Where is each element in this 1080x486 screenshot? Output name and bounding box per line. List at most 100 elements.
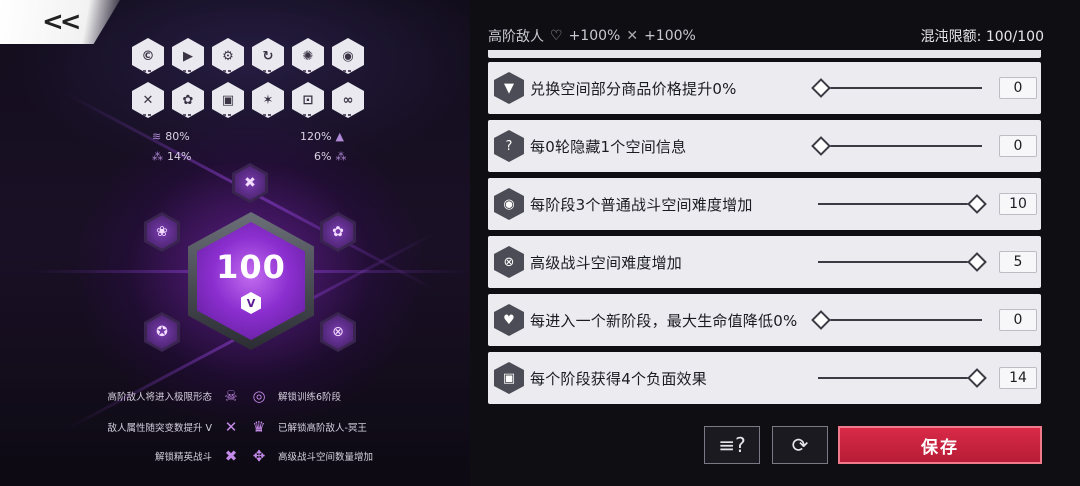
modifier-value: 10 [999, 193, 1037, 215]
modifier-label: 高级战斗空间难度增加 [530, 254, 683, 272]
modifier-slider-handle[interactable] [967, 252, 987, 272]
mutation-slot-icon[interactable]: ▣ [212, 82, 244, 118]
save-button[interactable]: 保存 [838, 426, 1042, 464]
enemy-bonus-value-2: +100% [644, 28, 696, 44]
stat-icon: ▲ [335, 130, 344, 143]
mutation-slot-icon[interactable]: ✕ [132, 82, 164, 118]
mutation-icon: ✿ [323, 215, 353, 249]
legend-left-text: 敌人属性随突变数提升 V [107, 423, 212, 434]
enemy-bonus: 高阶敌人 ♡ +100% ✕ +100% [488, 26, 696, 46]
modifier-slider-track[interactable] [826, 87, 982, 89]
stat-bottom-left: ⁂ 14% [152, 150, 191, 163]
stat-icon: ⁂ [335, 150, 347, 163]
modifier-label: 每阶段3个普通战斗空间难度增加 [530, 196, 753, 214]
modifier-row[interactable]: ? 每0轮隐藏1个空间信息 0 [488, 120, 1041, 172]
legend-left-icon: ✕ [224, 418, 238, 436]
modifier-label: 每进入一个新阶段，最大生命值降低0% [530, 312, 798, 330]
modifier-icon: ▣ [494, 362, 524, 394]
satellite-hex-lower-right[interactable]: ⊗ [320, 312, 356, 352]
modifier-label: 每0轮隐藏1个空间信息 [530, 138, 687, 156]
legend-left-text: 解锁精英战斗 [154, 452, 212, 463]
modifier-slider-handle[interactable] [811, 78, 831, 98]
modifier-list[interactable]: ▼ 兑换空间部分商品价格提升0% 0? 每0轮隐藏1个空间信息 0 ◉ 每阶段3个普通战斗空… [488, 50, 1041, 414]
mutation-slot-icon[interactable]: ▶ [172, 38, 204, 74]
save-button-label: 保存 [921, 437, 959, 458]
stat-value: 14% [167, 150, 192, 163]
legend-right-icon: ✥ [252, 447, 266, 465]
modifier-value: 0 [999, 309, 1037, 331]
mutation-slot-icon[interactable]: ⚙ [212, 38, 244, 74]
modifier-icon: ? [494, 130, 524, 162]
modifier-row[interactable]: ⊗ 高级战斗空间难度增加 5 [488, 236, 1041, 288]
stat-icon: ≋ [152, 130, 162, 143]
mutation-slot-icon[interactable]: ✿ [172, 82, 204, 118]
stat-value: 6% [314, 150, 332, 163]
mutation-slot-icon[interactable]: ◉ [332, 38, 364, 74]
modifier-icon: ♥ [494, 304, 524, 336]
modifier-label: 兑换空间部分商品价格提升0% [530, 80, 737, 98]
legend-left-text: 高阶敌人将进入极限形态 [107, 392, 212, 403]
modifier-value: 5 [999, 251, 1037, 273]
legend-right-icon: ◎ [252, 387, 266, 405]
modifier-slider-track[interactable] [818, 203, 982, 205]
modifier-label: 每个阶段获得4个负面效果 [530, 370, 707, 388]
mutation-slot-icon[interactable]: ⊡ [292, 82, 324, 118]
chaos-level-value: 100 [216, 248, 286, 286]
modifier-slider-track[interactable] [818, 261, 982, 263]
stat-value: 120% [300, 130, 332, 143]
mutation-slot-icon[interactable]: ✶ [252, 82, 284, 118]
mutation-icon: ✪ [147, 315, 177, 349]
modifier-row[interactable]: ▼ 兑换空间部分商品价格提升0% 0 [488, 62, 1041, 114]
mutation-slot-icon[interactable]: ↻ [252, 38, 284, 74]
mutation-slot-icon[interactable]: © [132, 38, 164, 74]
stat-value: 80% [165, 130, 190, 143]
help-button[interactable]: ≡? [704, 426, 760, 464]
heart-icon: ♡ [550, 28, 563, 44]
modifier-slider-handle[interactable] [811, 310, 831, 330]
stat-top-left: ≋ 80% [152, 130, 190, 143]
mutation-icon: ⊗ [323, 315, 353, 349]
back-button[interactable]: << [0, 0, 120, 44]
modifier-slider-handle[interactable] [967, 194, 987, 214]
legend-row: 敌人属性随突变数提升 V ✕ ♛ 已解锁高阶敌人-冥王 [40, 416, 440, 438]
modifier-icon: ⊗ [494, 246, 524, 278]
legend-right-text: 高级战斗空间数量增加 [278, 452, 374, 463]
enemy-bonus-value-1: +100% [568, 28, 621, 44]
modifier-icon: ◉ [494, 188, 524, 220]
mutation-icon: ❀ [147, 215, 177, 249]
refresh-button[interactable]: ⟳ [772, 426, 828, 464]
modifier-slider-track[interactable] [826, 145, 982, 147]
modifier-row[interactable]: ▣ 每个阶段获得4个负面效果 14 [488, 352, 1041, 404]
modifier-icon: ▼ [494, 72, 524, 104]
modifier-slider-track[interactable] [826, 319, 982, 321]
stat-bottom-right: 6% ⁂ [314, 150, 346, 163]
modifier-row[interactable]: ♥ 每进入一个新阶段，最大生命值降低0% 0 [488, 294, 1041, 346]
mutation-slot-icon[interactable]: ✺ [292, 38, 324, 74]
modifier-value: 14 [999, 367, 1037, 389]
crossed-swords-icon: ✕ [626, 28, 639, 44]
chaos-emblem-icon: V [241, 292, 261, 314]
legend-right-text: 已解锁高阶敌人-冥王 [278, 423, 367, 434]
legend-right-icon: ♛ [252, 418, 266, 436]
modifier-row[interactable]: ◉ 每阶段3个普通战斗空间难度增加 10 [488, 178, 1041, 230]
stat-top-right: 120% ▲ [300, 130, 344, 143]
legend-left-icon: ☠ [224, 387, 238, 405]
enemy-bonus-label: 高阶敌人 [488, 29, 544, 45]
modifier-panel: 高阶敌人 ♡ +100% ✕ +100% 混沌限额: 100/100 ▼ 兑换空间… [470, 0, 1080, 486]
mutation-overview-panel: << © ▶ ⚙ ↻ ✺ ◉ ✕ ✿ ▣ ✶ ⊡ ∞ ≋ 80% 120% ▲ ⁂ 14% 6% ⁂… [0, 0, 470, 486]
modifier-value: 0 [999, 77, 1037, 99]
legend-row: 解锁精英战斗 ✖ ✥ 高级战斗空间数量增加 [40, 445, 440, 467]
mutation-slot-icon[interactable]: ∞ [332, 82, 364, 118]
stat-icon: ⁂ [152, 150, 163, 163]
legend-row: 高阶敌人将进入极限形态 ☠ ◎ 解锁训练6阶段 [40, 385, 440, 407]
back-button-label: << [42, 7, 82, 37]
modifier-slider-handle[interactable] [811, 136, 831, 156]
modifier-slider-handle[interactable] [967, 368, 987, 388]
mutation-icon: ✖ [235, 166, 265, 200]
legend-right-text: 解锁训练6阶段 [278, 392, 342, 403]
satellite-hex-lower-left[interactable]: ✪ [144, 312, 180, 352]
legend-left-icon: ✖ [224, 447, 238, 465]
help-icon: ≡? [718, 433, 746, 457]
modifier-slider-track[interactable] [818, 377, 982, 379]
satellite-hex-upper-left[interactable]: ❀ [144, 212, 180, 252]
